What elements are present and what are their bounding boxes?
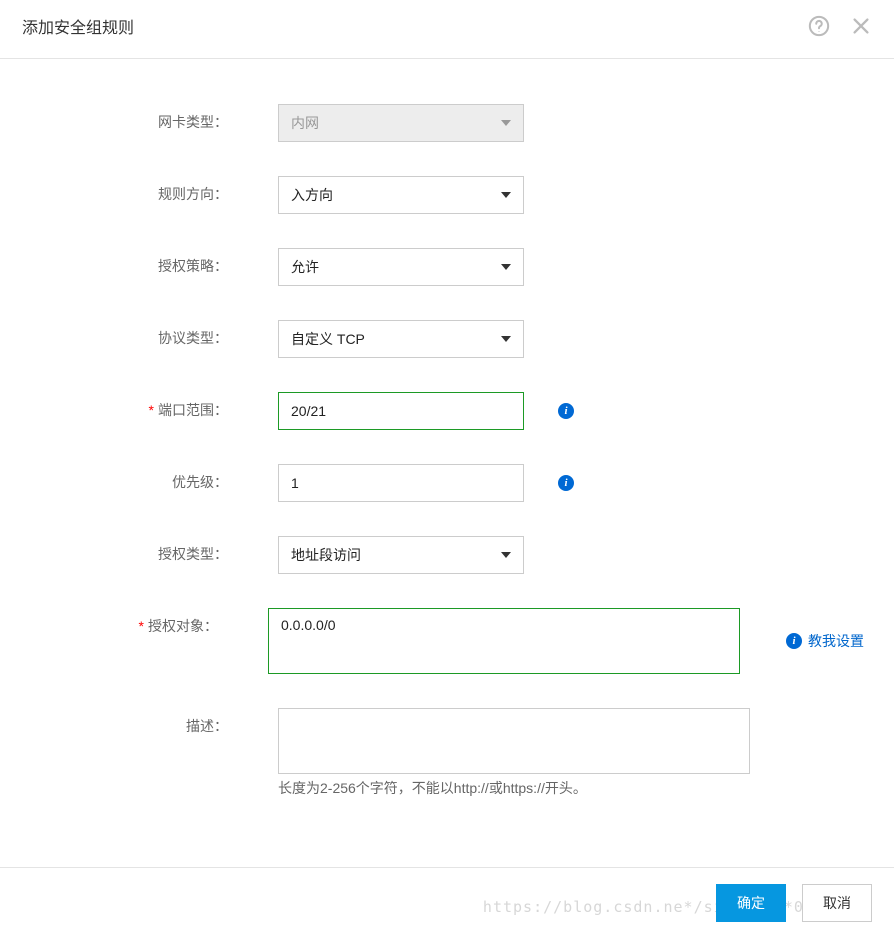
chevron-down-icon [501,120,511,126]
dialog-footer: 确定 取消 [0,867,894,938]
select-auth-policy-value: 允许 [291,257,319,277]
row-priority: 优先级： i [30,464,864,502]
textarea-auth-object[interactable]: 0.0.0.0/0 [268,608,740,674]
info-icon: i [786,633,802,649]
dialog-header: 添加安全组规则 [0,0,894,59]
select-rule-direction-value: 入方向 [291,185,333,205]
chevron-down-icon [501,336,511,342]
row-description-hint: 长度为2-256个字符，不能以http://或https://开头。 [30,778,864,798]
row-port-range: *端口范围： i [30,392,864,430]
row-auth-type: 授权类型： 地址段访问 [30,536,864,574]
label-rule-direction: 规则方向： [30,176,230,204]
form-container: 网卡类型： 内网 规则方向： 入方向 授权策略： 允许 协议类型： [0,59,894,858]
row-auth-policy: 授权策略： 允许 [30,248,864,286]
dialog-title: 添加安全组规则 [22,14,134,38]
select-auth-type-value: 地址段访问 [291,545,361,565]
required-mark: * [149,402,154,418]
select-protocol-type-value: 自定义 TCP [291,329,365,349]
row-rule-direction: 规则方向： 入方向 [30,176,864,214]
textarea-description[interactable] [278,708,750,774]
label-protocol-type: 协议类型： [30,320,230,348]
label-auth-object: *授权对象： [30,608,220,636]
row-nic-type: 网卡类型： 内网 [30,104,864,142]
description-hint: 长度为2-256个字符，不能以http://或https://开头。 [30,778,587,798]
label-port-range: *端口范围： [30,392,230,420]
help-icon[interactable] [808,15,830,37]
cancel-button[interactable]: 取消 [802,884,872,922]
select-auth-policy[interactable]: 允许 [278,248,524,286]
label-auth-type: 授权类型： [30,536,230,564]
help-link-text: 教我设置 [808,631,864,651]
chevron-down-icon [501,264,511,270]
row-auth-object: *授权对象： 0.0.0.0/0 i 教我设置 [30,608,864,674]
help-link-teach-me[interactable]: i 教我设置 [786,631,864,651]
label-auth-policy: 授权策略： [30,248,230,276]
info-icon[interactable]: i [558,403,574,419]
info-icon[interactable]: i [558,475,574,491]
chevron-down-icon [501,192,511,198]
required-mark: * [139,618,144,634]
row-description: 描述： [30,708,864,774]
select-rule-direction[interactable]: 入方向 [278,176,524,214]
chevron-down-icon [501,552,511,558]
select-auth-type[interactable]: 地址段访问 [278,536,524,574]
label-nic-type: 网卡类型： [30,104,230,132]
select-nic-type: 内网 [278,104,524,142]
confirm-button[interactable]: 确定 [716,884,786,922]
header-actions [808,15,872,37]
select-nic-type-value: 内网 [291,113,319,133]
label-description: 描述： [30,708,230,736]
select-protocol-type[interactable]: 自定义 TCP [278,320,524,358]
input-port-range[interactable] [278,392,524,430]
input-priority[interactable] [278,464,524,502]
close-icon[interactable] [850,15,872,37]
row-protocol-type: 协议类型： 自定义 TCP [30,320,864,358]
label-priority: 优先级： [30,464,230,492]
